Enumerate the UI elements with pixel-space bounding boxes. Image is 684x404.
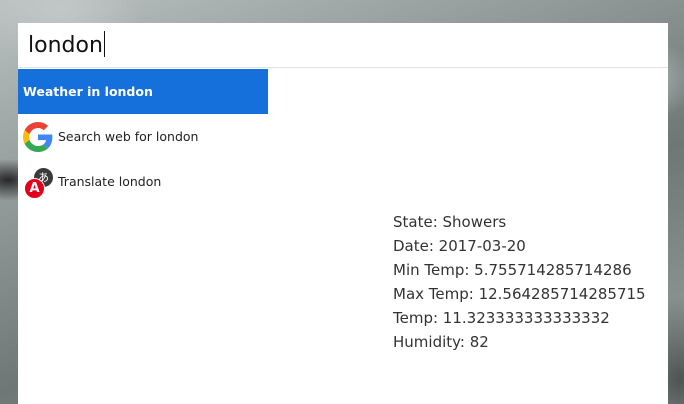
weather-date: Date: 2017-03-20 (393, 237, 526, 255)
text-caret (103, 31, 105, 57)
result-label: Translate london (58, 174, 162, 189)
weather-min-temp: Min Temp: 5.755714285714286 (393, 261, 632, 279)
result-search-web[interactable]: Search web for london (18, 114, 268, 159)
weather-state: State: Showers (393, 213, 507, 231)
result-label: Weather in london (23, 84, 153, 99)
results-list: Weather in london Search web for london … (18, 69, 268, 204)
google-icon (23, 121, 53, 152)
result-translate[interactable]: あ A Translate london (18, 159, 268, 204)
translate-icon-letter: A (24, 177, 45, 199)
weather-max-temp: Max Temp: 12.564285714285715 (393, 285, 646, 303)
search-input[interactable]: london (28, 31, 105, 60)
translate-icon: あ A (23, 167, 53, 199)
weather-humidity: Humidity: 82 (393, 333, 489, 351)
launcher-window: london Weather in london Search web for … (18, 23, 668, 404)
result-weather[interactable]: Weather in london (18, 69, 268, 114)
weather-details: State: Showers Date: 2017-03-20 Min Temp… (393, 210, 646, 354)
weather-temp: Temp: 11.323333333333332 (393, 309, 610, 327)
search-bar[interactable]: london (18, 23, 668, 68)
search-query: london (28, 33, 103, 58)
result-label: Search web for london (58, 129, 199, 144)
